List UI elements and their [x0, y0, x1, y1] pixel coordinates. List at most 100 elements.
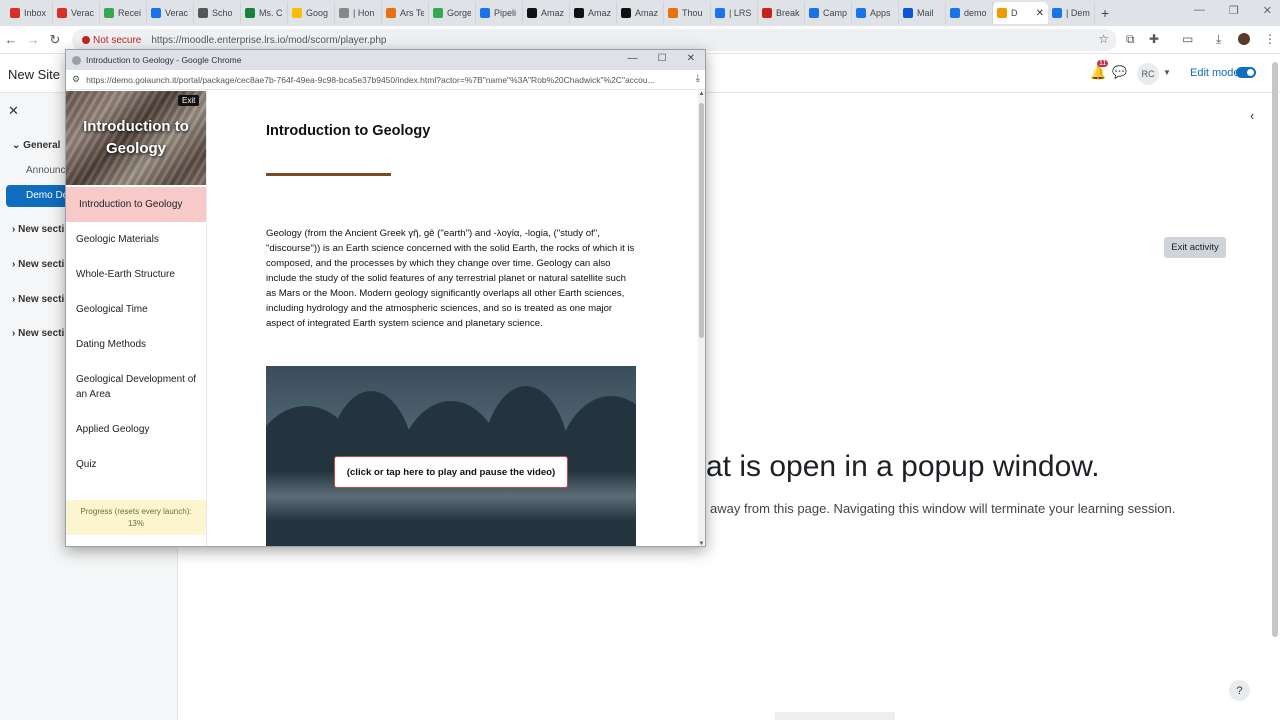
- browser-tab[interactable]: Inbox: [6, 2, 53, 24]
- section-label: New secti: [18, 294, 65, 305]
- tab-label: Mail: [917, 8, 934, 18]
- popup-notice-heading: at is open in a popup window.: [706, 450, 1100, 483]
- notification-bell-icon[interactable]: 🔔: [1090, 65, 1106, 81]
- browser-tab[interactable]: D ✕: [993, 2, 1048, 24]
- browser-tab[interactable]: Verac: [53, 2, 100, 24]
- site-name[interactable]: New Site: [8, 67, 60, 82]
- tab-label: Thou: [682, 8, 703, 18]
- browser-tab[interactable]: demo: [946, 2, 993, 24]
- browser-tab[interactable]: Camp: [805, 2, 852, 24]
- tab-label: Amaz: [588, 8, 612, 18]
- favicon-icon: [809, 8, 819, 18]
- scroll-up-icon[interactable]: ▲: [698, 91, 705, 97]
- browser-tab[interactable]: Ms. C: [241, 2, 288, 24]
- course-menu-item[interactable]: Quiz: [66, 453, 206, 476]
- favicon-icon: [198, 8, 208, 18]
- profile-avatar[interactable]: [1238, 33, 1250, 45]
- course-menu-item[interactable]: Geological Time: [66, 298, 206, 321]
- course-menu-item[interactable]: Dating Methods: [66, 333, 206, 356]
- course-menu-item[interactable]: Geologic Materials: [66, 228, 206, 251]
- drawer-section-new[interactable]: › New secti: [12, 328, 64, 339]
- page-scrollbar[interactable]: [1272, 62, 1278, 637]
- download-icon[interactable]: ⤓: [1216, 32, 1221, 47]
- browser-tab[interactable]: Amaz: [617, 2, 664, 24]
- puzzle-icon[interactable]: ✚: [1149, 32, 1159, 46]
- browser-tab[interactable]: Verac: [147, 2, 194, 24]
- browser-tab[interactable]: Gorge: [429, 2, 476, 24]
- browser-tab[interactable]: Pipeli: [476, 2, 523, 24]
- play-pause-video-button[interactable]: (click or tap here to play and pause the…: [334, 456, 568, 488]
- not-secure-label: Not secure: [93, 34, 142, 46]
- course-menu-item[interactable]: Whole-Earth Structure: [66, 263, 206, 286]
- close-icon[interactable]: ✕: [1263, 4, 1272, 17]
- drawer-item-announcements[interactable]: Announc: [26, 165, 65, 176]
- help-button[interactable]: ?: [1229, 680, 1250, 701]
- drawer-section-new[interactable]: › New secti: [12, 259, 64, 270]
- browser-tab[interactable]: Apps: [852, 2, 899, 24]
- browser-tab[interactable]: Amaz: [570, 2, 617, 24]
- browser-tab[interactable]: | Dem: [1048, 2, 1095, 24]
- edit-mode-toggle[interactable]: [1236, 67, 1256, 78]
- browser-tab[interactable]: Break: [758, 2, 805, 24]
- title-underline: [266, 173, 391, 176]
- maximize-icon[interactable]: ❐: [1229, 4, 1239, 17]
- close-icon[interactable]: ✕: [687, 53, 695, 64]
- extension-icon[interactable]: ⧉: [1126, 32, 1135, 47]
- browser-tab[interactable]: Amaz: [523, 2, 570, 24]
- site-settings-icon[interactable]: ⚙: [72, 74, 80, 85]
- download-icon[interactable]: ⤓: [696, 73, 700, 84]
- drawer-section-new[interactable]: › New secti: [12, 294, 64, 305]
- reload-icon[interactable]: ↻: [44, 32, 66, 48]
- section-label: General: [23, 140, 61, 151]
- exit-activity-button[interactable]: Exit activity: [1164, 237, 1226, 258]
- course-menu-item[interactable]: Geological Development of an Area: [66, 368, 206, 406]
- browser-tab[interactable]: Goog: [288, 2, 335, 24]
- favicon-icon: [104, 8, 114, 18]
- browser-tab[interactable]: Recei: [100, 2, 147, 24]
- forward-icon[interactable]: →: [22, 32, 44, 47]
- browser-tab[interactable]: Mail: [899, 2, 946, 24]
- minimize-icon[interactable]: —: [1194, 4, 1205, 17]
- messages-icon[interactable]: 💬: [1112, 65, 1127, 79]
- favicon-icon: [480, 8, 490, 18]
- favicon-icon: [10, 8, 20, 18]
- url-text: https://moodle.enterprise.lrs.io/mod/sco…: [151, 34, 387, 46]
- video-player[interactable]: (click or tap here to play and pause the…: [266, 366, 636, 546]
- popup-title-bar[interactable]: Introduction to Geology - Google Chrome …: [66, 50, 705, 70]
- drawer-section-general[interactable]: ⌄ General: [12, 140, 60, 151]
- scrollbar-thumb[interactable]: [699, 103, 704, 338]
- browser-menu-icon[interactable]: ⋮: [1264, 32, 1276, 46]
- browser-tab[interactable]: Ars Te: [382, 2, 429, 24]
- minimize-icon[interactable]: —: [628, 53, 638, 64]
- popup-scrollbar[interactable]: ▲ ▼: [698, 91, 705, 546]
- drawer-section-new[interactable]: › New secti: [12, 224, 64, 235]
- user-avatar[interactable]: RC: [1137, 63, 1159, 85]
- browser-tab[interactable]: | Hon: [335, 2, 382, 24]
- chevron-down-icon[interactable]: ▼: [1163, 68, 1171, 77]
- course-menu-item[interactable]: Introduction to Geology: [66, 187, 206, 222]
- browser-tab-bar: Inbox Verac Recei Verac Scho Ms. C Goog | Hon Ar…: [0, 0, 1280, 26]
- window-controls: — ❐ ✕: [1194, 4, 1272, 17]
- sidebar-icon[interactable]: ▭: [1182, 32, 1193, 46]
- popup-url-text[interactable]: https://demo.golaunch.it/portal/package/…: [86, 75, 671, 85]
- maximize-icon[interactable]: ☐: [658, 53, 667, 64]
- new-tab-button[interactable]: +: [1101, 5, 1109, 21]
- course-menu-item[interactable]: Applied Geology: [66, 418, 206, 441]
- favicon-icon: [433, 8, 443, 18]
- url-field[interactable]: Not secure https://moodle.enterprise.lrs…: [72, 29, 1117, 51]
- scroll-down-icon[interactable]: ▼: [698, 541, 705, 546]
- browser-tab[interactable]: | LRS: [711, 2, 758, 24]
- exit-course-button[interactable]: Exit: [178, 95, 200, 106]
- tab-label: D: [1011, 8, 1018, 18]
- browser-tab[interactable]: Scho: [194, 2, 241, 24]
- not-secure-indicator[interactable]: Not secure: [82, 35, 141, 46]
- back-icon[interactable]: ←: [0, 32, 22, 47]
- bookmark-star-icon[interactable]: ☆: [1098, 32, 1109, 46]
- chevron-left-icon[interactable]: ‹: [1250, 108, 1254, 123]
- favicon-icon: [292, 8, 302, 18]
- favicon-icon: [57, 8, 67, 18]
- tab-label: Gorge: [447, 8, 471, 18]
- close-tab-icon[interactable]: ✕: [1036, 8, 1044, 19]
- close-drawer-icon[interactable]: ✕: [8, 103, 19, 119]
- browser-tab[interactable]: Thou: [664, 2, 711, 24]
